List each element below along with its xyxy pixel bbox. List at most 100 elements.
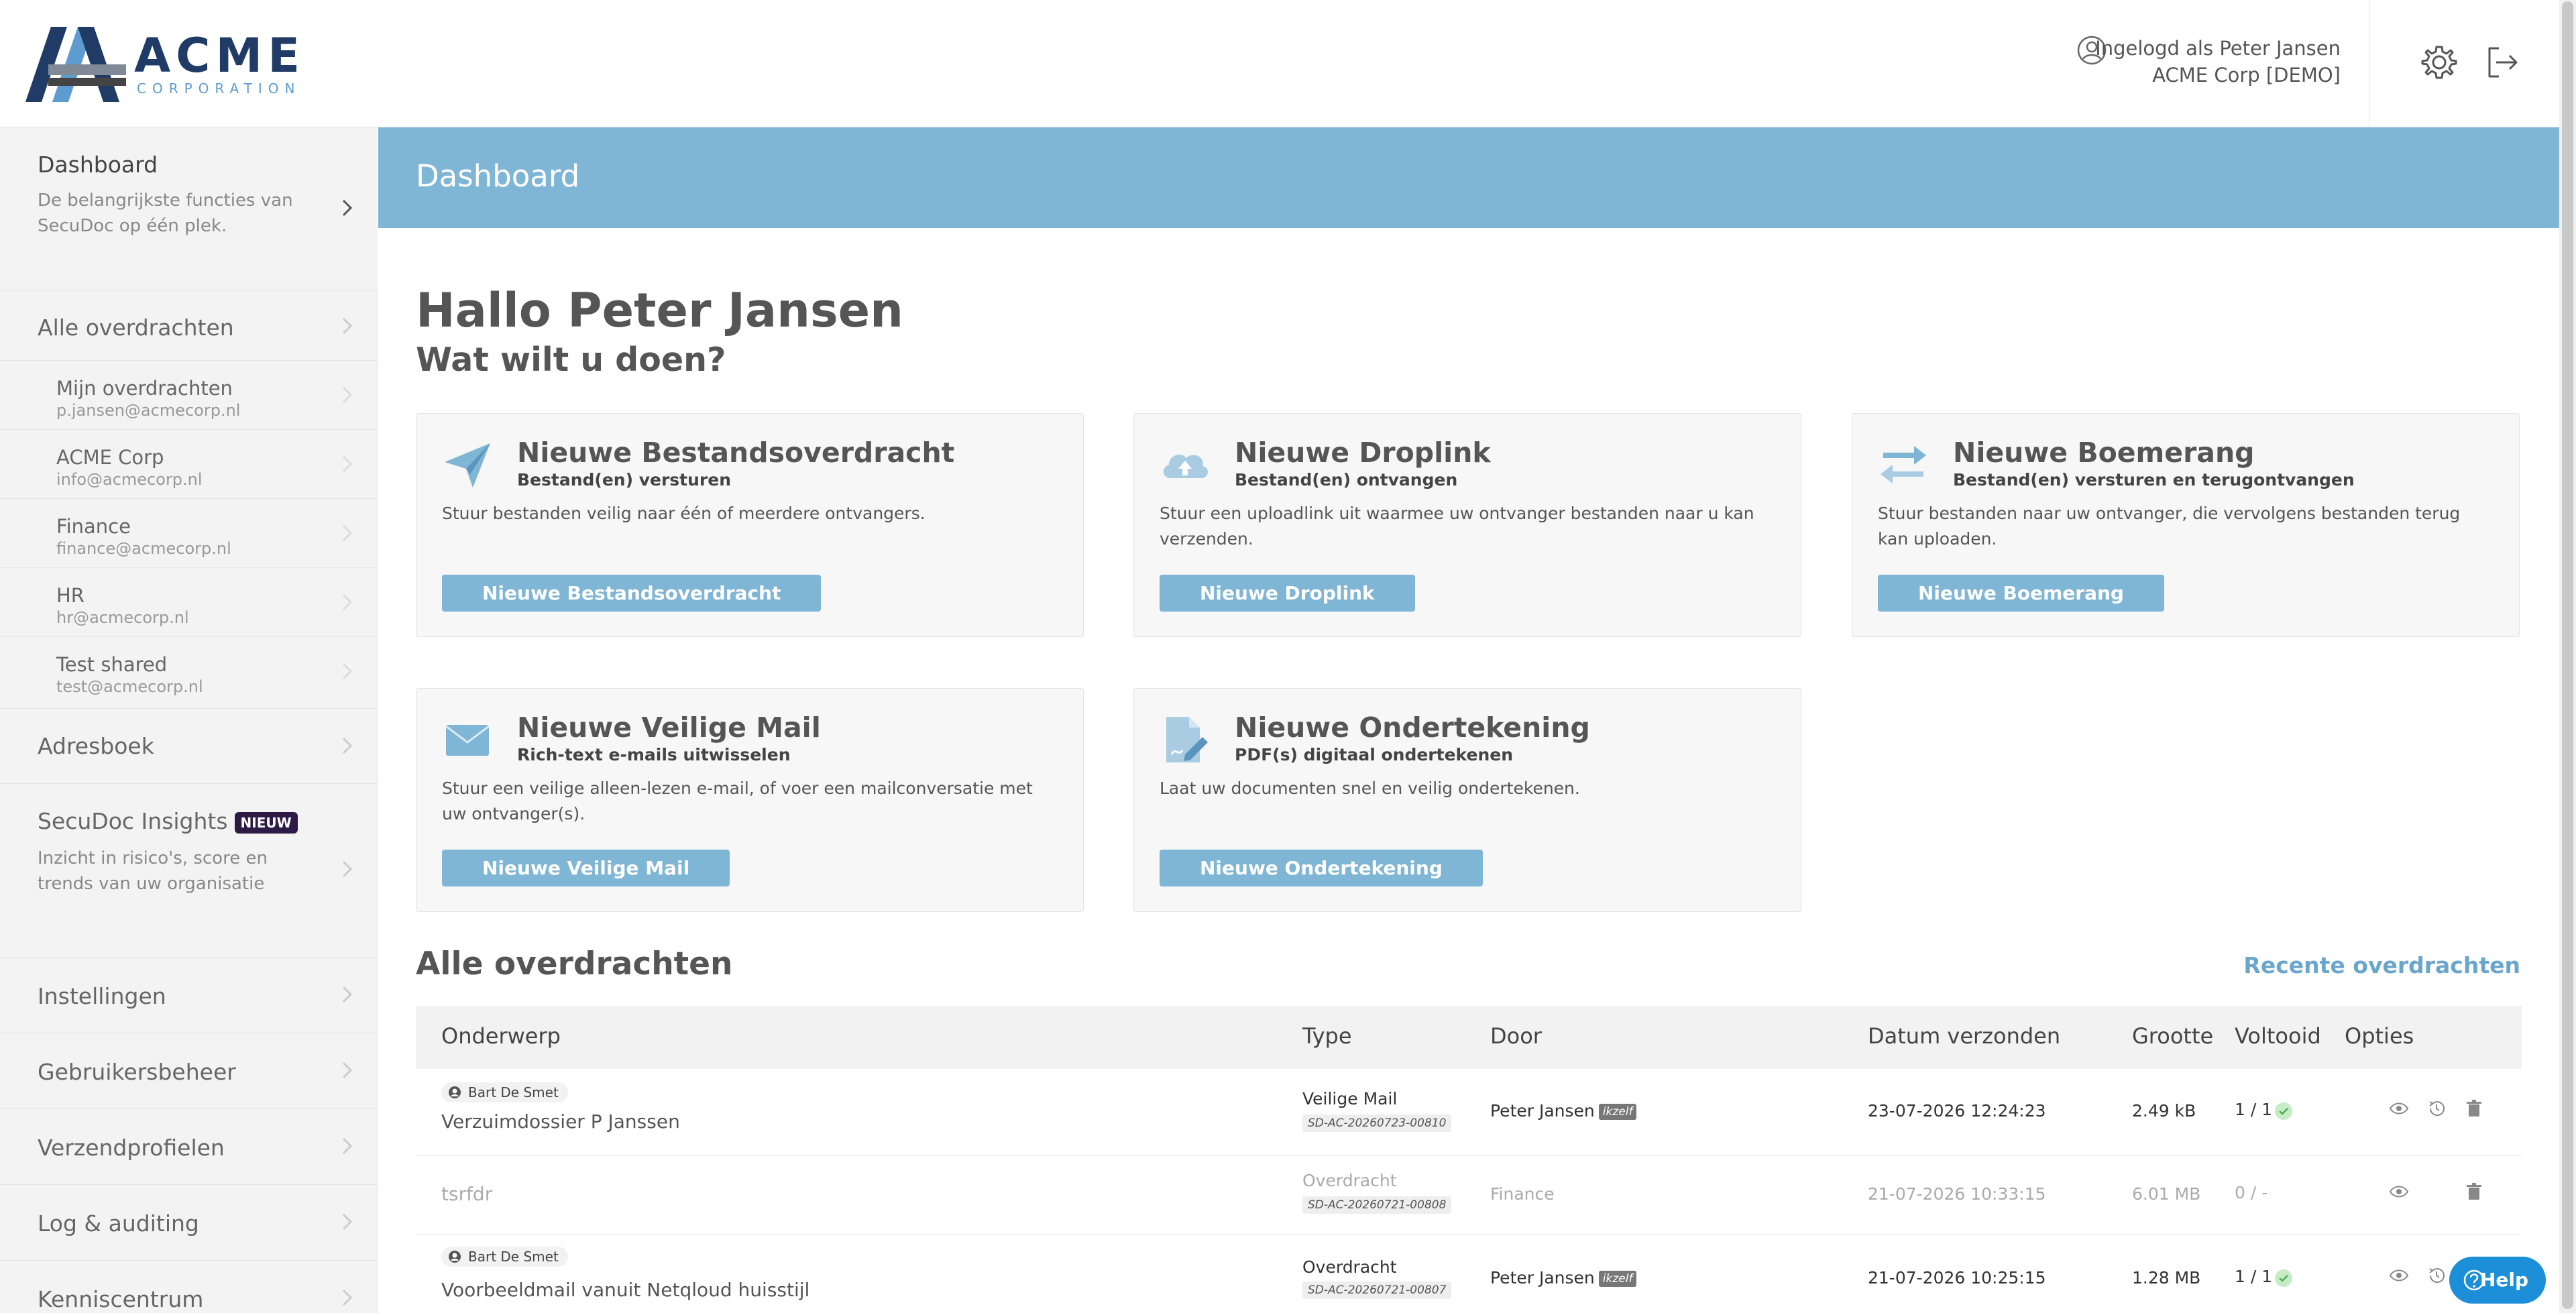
mailbox-name: Test shared (56, 653, 168, 676)
card-title: Nieuwe Veilige Mail (517, 711, 821, 744)
new-signing-button[interactable]: Nieuwe Ondertekening (1160, 850, 1483, 887)
chevron-right-icon (342, 386, 353, 404)
sidebar-subitem-test-shared[interactable]: Test shared test@acmecorp.nl (0, 637, 378, 709)
chevron-right-icon (342, 663, 353, 680)
paper-plane-icon (445, 443, 490, 488)
card-subtitle: Bestand(en) versturen en terugontvangen (1953, 470, 2355, 490)
acme-logo[interactable]: ACME CORPORATION (25, 27, 300, 102)
chevron-right-icon (342, 1062, 353, 1079)
sidebar-item-secudoc-insights[interactable]: SecuDoc Insights NIEUW Inzicht in risico'… (0, 784, 378, 958)
sidebar-item-log-auditing[interactable]: Log & auditing (0, 1185, 378, 1261)
chevron-right-icon (342, 524, 353, 542)
sidebar-item-settings[interactable]: Instellingen (0, 958, 378, 1033)
sidebar-item-all-transfers[interactable]: Alle overdrachten (0, 290, 378, 361)
new-boomerang-button[interactable]: Nieuwe Boemerang (1878, 575, 2164, 612)
sidebar-item-knowledge-center[interactable]: Kenniscentrum (0, 1261, 378, 1313)
transfers-section-title: Alle overdrachten (416, 946, 733, 982)
new-file-transfer-button[interactable]: Nieuwe Bestandsoverdracht (442, 575, 822, 612)
sender-name: Bart De Smet (468, 1249, 559, 1265)
acme-logo-mark-icon (25, 27, 126, 102)
help-button[interactable]: Help (2449, 1257, 2546, 1304)
row-subject: Voorbeeldmail vanuit Netqloud huisstijl (441, 1279, 810, 1301)
sidebar-subitem-finance[interactable]: Finance finance@acmecorp.nl (0, 499, 378, 568)
settings-gear-icon[interactable] (2418, 42, 2460, 83)
question-circle-icon (2463, 1269, 2485, 1291)
card-description: Stuur een uploadlink uit waarmee uw ontv… (1160, 504, 1754, 549)
column-header-subject[interactable]: Onderwerp (441, 1023, 561, 1049)
arrows-exchange-icon (1881, 446, 1926, 483)
history-icon[interactable] (2426, 1265, 2447, 1285)
card-new-boomerang: Nieuwe Boemerang Bestand(en) versturen e… (1852, 413, 2520, 637)
recent-transfers-link[interactable]: Recente overdrachten (2243, 952, 2520, 978)
scrollbar-thumb[interactable] (2562, 1, 2573, 1309)
card-new-secure-mail: Nieuwe Veilige Mail Rich-text e-mails ui… (416, 688, 1084, 912)
new-secure-mail-button[interactable]: Nieuwe Veilige Mail (442, 850, 730, 887)
self-badge: ikzelf (1598, 1271, 1637, 1287)
page-scrollbar[interactable] (2559, 0, 2576, 1313)
history-icon[interactable] (2426, 1098, 2447, 1119)
row-type: Overdracht (1302, 1171, 1397, 1190)
sidebar-item-label: Gebruikersbeheer (38, 1059, 236, 1085)
chevron-right-icon (342, 317, 353, 335)
column-header-type[interactable]: Type (1302, 1023, 1352, 1049)
sidebar-subitem-acme-corp[interactable]: ACME Corp info@acmecorp.nl (0, 430, 378, 499)
user-icon (449, 1251, 461, 1263)
view-eye-icon[interactable] (2389, 1265, 2409, 1285)
card-description: Laat uw documenten snel en veilig ondert… (1160, 779, 1580, 798)
card-title: Nieuwe Boemerang (1953, 437, 2255, 469)
table-row[interactable]: tsrfdr Overdracht SD-AC-20260721-00808 F… (416, 1156, 2522, 1235)
mailbox-name: ACME Corp (56, 446, 164, 469)
sidebar-subitem-hr[interactable]: HR hr@acmecorp.nl (0, 568, 378, 637)
view-eye-icon[interactable] (2389, 1182, 2409, 1202)
new-badge: NIEUW (234, 811, 298, 834)
mailbox-name: Mijn overdrachten (56, 377, 233, 400)
trash-icon[interactable] (2464, 1098, 2484, 1119)
column-header-size[interactable]: Grootte (2132, 1023, 2213, 1049)
column-header-date-sent[interactable]: Datum verzonden (1868, 1023, 2060, 1049)
new-droplink-button[interactable]: Nieuwe Droplink (1160, 575, 1415, 612)
table-row[interactable]: Bart De Smet Voorbeeldmail vanuit Netqlo… (416, 1235, 2522, 1315)
row-completed: 0 / - (2235, 1183, 2268, 1202)
card-description: Stuur bestanden veilig naar één of meerd… (442, 504, 926, 523)
row-subject: Verzuimdossier P Janssen (441, 1110, 680, 1133)
sidebar-item-label: Dashboard (38, 152, 158, 178)
sidebar-item-send-profiles[interactable]: Verzendprofielen (0, 1109, 378, 1185)
row-completed: 1 / 1 (2235, 1267, 2273, 1286)
card-subtitle: Rich-text e-mails uitwisselen (517, 745, 791, 764)
sidebar-item-label: Kenniscentrum (38, 1286, 204, 1312)
sidebar-subitem-my-transfers[interactable]: Mijn overdrachten p.jansen@acmecorp.nl (0, 361, 378, 430)
row-reference-id: SD-AC-20260723-00810 (1302, 1114, 1452, 1132)
greeting-heading: Hallo Peter Jansen (416, 283, 903, 338)
sidebar-item-description: De belangrijkste functies van SecuDoc op… (38, 190, 293, 236)
card-new-signing: Nieuwe Ondertekening PDF(s) digitaal ond… (1133, 688, 1801, 912)
check-circle-icon (2275, 1102, 2292, 1120)
envelope-icon (445, 725, 490, 756)
chevron-right-icon (342, 593, 353, 611)
chevron-right-icon (342, 1213, 353, 1231)
trash-icon[interactable] (2464, 1182, 2484, 1202)
logged-in-user: Ingelogd als Peter Jansen ACME Corp [DEM… (2095, 35, 2341, 89)
logout-icon[interactable] (2481, 42, 2523, 83)
sender-chip: Bart De Smet (441, 1082, 568, 1102)
sidebar-item-label: Log & auditing (38, 1210, 199, 1237)
card-title: Nieuwe Droplink (1235, 437, 1491, 469)
column-header-by[interactable]: Door (1490, 1023, 1542, 1049)
row-size: 6.01 MB (2132, 1184, 2201, 1204)
help-label: Help (2479, 1269, 2528, 1291)
view-eye-icon[interactable] (2389, 1098, 2409, 1119)
page-title-banner: Dashboard (378, 127, 2559, 228)
sidebar-item-addressbook[interactable]: Adresboek (0, 709, 378, 784)
table-row[interactable]: Bart De Smet Verzuimdossier P Janssen Ve… (416, 1069, 2522, 1156)
sidebar-item-user-management[interactable]: Gebruikersbeheer (0, 1033, 378, 1109)
chevron-right-icon (342, 1137, 353, 1155)
card-description: Stuur bestanden naar uw ontvanger, die v… (1878, 504, 2461, 549)
column-header-completed[interactable]: Voltooid (2235, 1023, 2321, 1049)
card-title: Nieuwe Bestandsoverdracht (517, 437, 955, 469)
card-title: Nieuwe Ondertekening (1235, 711, 1590, 744)
sidebar-item-dashboard[interactable]: Dashboard De belangrijkste functies van … (0, 127, 378, 290)
sender-name: Bart De Smet (468, 1084, 559, 1100)
self-badge: ikzelf (1598, 1104, 1637, 1120)
mailbox-email: test@acmecorp.nl (56, 677, 203, 696)
mailbox-email: finance@acmecorp.nl (56, 539, 231, 558)
row-type: Overdracht (1302, 1257, 1397, 1277)
